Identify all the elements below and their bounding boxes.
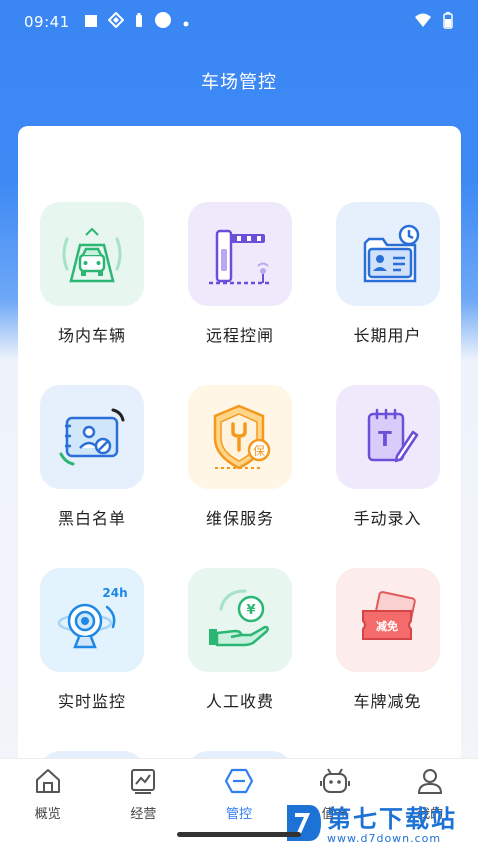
wifi-icon [414, 12, 432, 32]
long-term-user-icon [335, 202, 440, 306]
chart-icon [129, 767, 157, 799]
home-icon [34, 767, 62, 799]
grid-item-live-monitor[interactable]: 24h 实时监控 [18, 568, 166, 751]
camera-24h-text: 24h [102, 586, 127, 600]
grid-item-maintenance[interactable]: 保 维保服务 [166, 385, 314, 568]
discount-text: 减免 [376, 619, 398, 633]
status-notification-icons [84, 11, 190, 33]
grid-item-label: 车牌减免 [353, 692, 422, 711]
manual-entry-icon: T [335, 385, 440, 489]
parked-car-icon [40, 202, 144, 306]
circle-icon [154, 11, 172, 33]
battery-icon [442, 11, 454, 33]
watermark-url: www.d7down.com [327, 831, 442, 845]
grid-item-blacklist[interactable]: 黑白名单 [18, 385, 166, 568]
tab-label: 概览 [34, 807, 61, 822]
camera-24h-icon: 24h [40, 568, 144, 672]
blacklist-card-icon [40, 385, 144, 489]
manual-charge-icon: ¥ [188, 568, 292, 672]
grid-item-label: 场内车辆 [57, 326, 126, 345]
status-system-icons [414, 11, 454, 33]
tab-label: 经营 [130, 807, 157, 822]
watermark-logo-icon [283, 801, 323, 849]
grid-item-label: 维保服务 [205, 509, 274, 528]
battery-small-icon [134, 12, 144, 32]
tab-label: 管控 [225, 807, 252, 822]
dot-icon [182, 13, 190, 32]
status-time: 09:41 [24, 13, 70, 31]
coin-symbol-text: ¥ [246, 603, 255, 618]
grid-item-label: 长期用户 [353, 326, 422, 345]
control-icon [224, 767, 254, 799]
home-indicator[interactable] [177, 832, 301, 837]
watermark: 第七下载站 www.d7down.com [283, 800, 478, 850]
maintenance-shield-icon: 保 [188, 385, 292, 489]
status-bar: 09:41 [0, 0, 478, 44]
user-icon [416, 767, 444, 799]
grid-item-manual-entry[interactable]: T 手动录入 [314, 385, 461, 568]
grid-item-label: 黑白名单 [57, 509, 126, 528]
grid-item-label: 远程控闸 [205, 326, 274, 345]
grid-item-long-term-users[interactable]: 长期用户 [314, 202, 461, 385]
grid-item-plate-discount[interactable]: 减免 车牌减免 [314, 568, 461, 751]
plate-discount-icon: 减免 [335, 568, 440, 672]
watermark-title: 第七下载站 [327, 804, 457, 833]
grid-item-parked-cars[interactable]: 场内车辆 [18, 202, 166, 385]
barrier-gate-icon [188, 202, 292, 306]
grid-item-label: 实时监控 [57, 692, 126, 711]
square-icon [84, 13, 98, 32]
grid-item-remote-gate[interactable]: 远程控闸 [166, 202, 314, 385]
robot-icon [319, 767, 350, 799]
note-letter-text: T [378, 427, 392, 451]
feature-grid: 场内车辆 远程控闸 长期用户 黑白名单 保 维保服务 T 手动录入 24h 实时… [18, 202, 461, 766]
grid-item-label: 手动录入 [353, 509, 422, 528]
keep-badge-text: 保 [253, 444, 265, 458]
tab-overview[interactable]: 概览 [0, 759, 96, 850]
grid-item-manual-charge[interactable]: ¥ 人工收费 [166, 568, 314, 751]
diamond-icon [107, 11, 125, 32]
grid-item-label: 人工收费 [205, 692, 274, 711]
page-title: 车场管控 [201, 72, 277, 93]
feature-card: 场内车辆 远程控闸 长期用户 黑白名单 保 维保服务 T 手动录入 24h 实时… [18, 126, 461, 766]
